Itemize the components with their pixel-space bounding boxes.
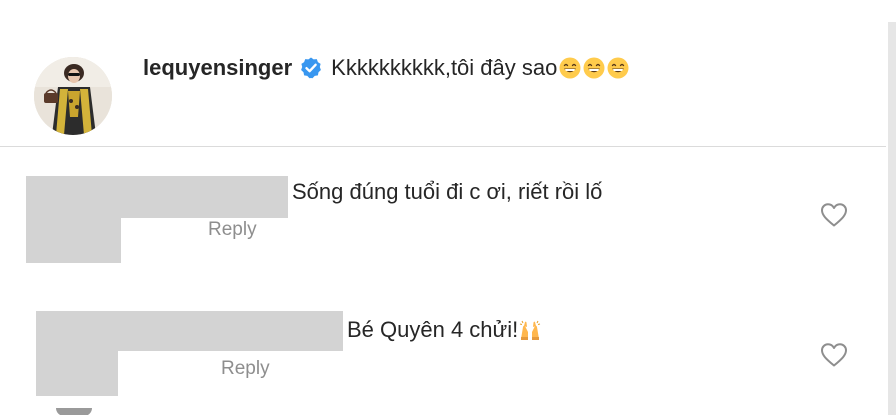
redacted-avatar (36, 351, 118, 396)
comment-text: Bé Quyên 4 chửi! (347, 317, 519, 342)
caption-body: Kkkkkkkkkk,tôi đây sao (331, 55, 558, 80)
next-avatar-edge (56, 408, 92, 415)
verified-badge-icon (299, 56, 323, 80)
reply-button[interactable]: Reply (208, 219, 257, 241)
heart-icon[interactable] (820, 342, 848, 368)
redacted-avatar (26, 218, 121, 263)
comment-item: Sống đúng tuổi đi c ơi, riết rồi lố Repl… (0, 146, 886, 296)
grinning-face-emoji (607, 57, 629, 79)
comments-page: lequyensinger Kkkkkkkkkk,tôi đây sao Sốn… (0, 0, 896, 415)
comment-text: Sống đúng tuổi đi c ơi, riết rồi lố (292, 179, 603, 204)
raising-hands-emoji (519, 319, 541, 341)
post-caption: lequyensinger Kkkkkkkkkk,tôi đây sao (0, 0, 886, 147)
avatar-image (34, 57, 112, 135)
reply-button[interactable]: Reply (221, 358, 270, 380)
heart-icon[interactable] (820, 202, 848, 228)
redacted-username (36, 311, 343, 351)
comment-item: Bé Quyên 4 chửi! Reply (0, 296, 886, 415)
redacted-username (26, 176, 288, 218)
grinning-face-emoji (559, 57, 581, 79)
comment-line: Bé Quyên 4 chửi! (347, 316, 541, 344)
avatar[interactable] (34, 57, 112, 135)
scrollbar[interactable] (888, 22, 896, 415)
caption-line: lequyensinger Kkkkkkkkkk,tôi đây sao (143, 54, 629, 82)
grinning-face-emoji (583, 57, 605, 79)
username-link[interactable]: lequyensinger (143, 54, 292, 82)
